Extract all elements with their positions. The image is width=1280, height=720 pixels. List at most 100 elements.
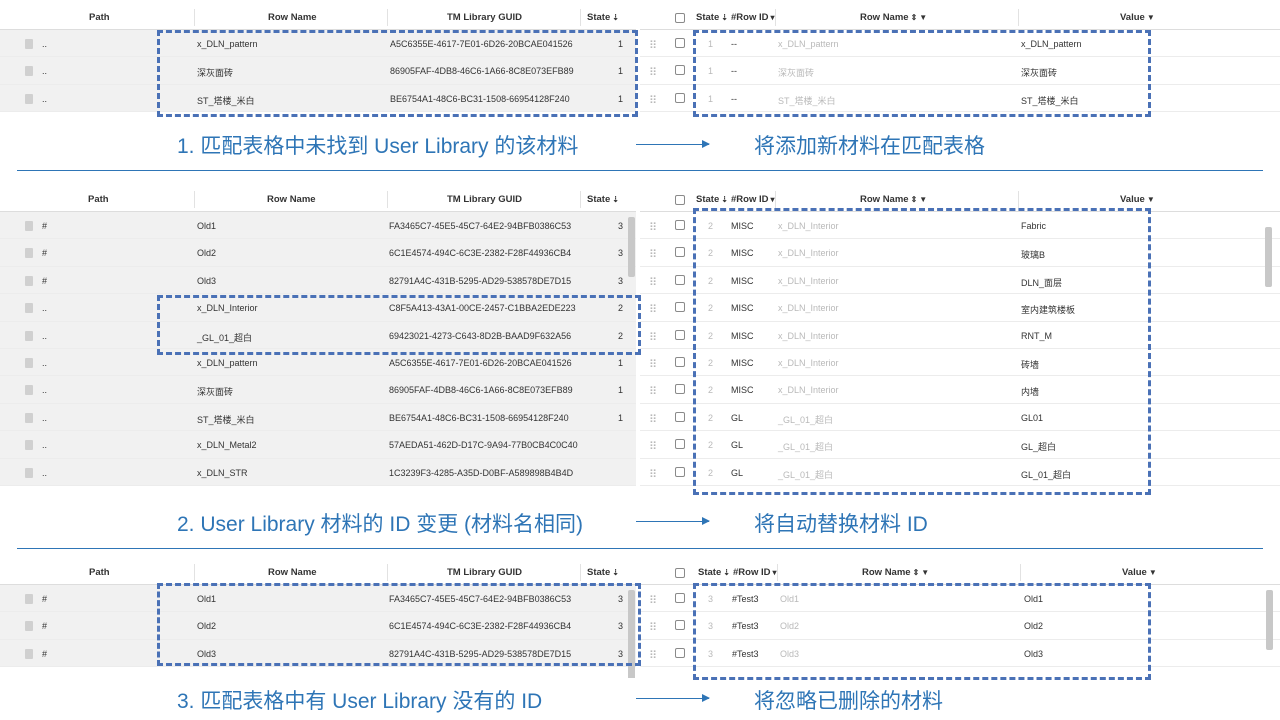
cell-value[interactable]: 玻璃B <box>1021 248 1045 261</box>
header-row-name[interactable]: Row Name ⇕ ▼ <box>862 567 929 578</box>
cell-value[interactable]: GL01 <box>1021 413 1043 423</box>
drag-grip-icon[interactable]: ⠿ <box>649 303 657 316</box>
header-row-id[interactable]: #Row ID ▾ <box>733 567 777 578</box>
drag-grip-icon[interactable]: ⠿ <box>649 276 657 289</box>
cell-value[interactable]: Old1 <box>1024 594 1043 604</box>
row-checkbox[interactable] <box>675 439 685 450</box>
row-checkbox[interactable] <box>675 620 685 631</box>
header-guid[interactable]: TM Library GUID <box>447 194 522 205</box>
scrollbar[interactable] <box>1266 590 1273 650</box>
drag-grip-icon[interactable]: ⠿ <box>649 413 657 426</box>
filter-funnel-icon[interactable]: ▼ <box>919 13 927 22</box>
table-row[interactable]: ⠿ 1 -- ST_塔楼_米白 ST_塔楼_米白 <box>640 84 1280 113</box>
header-value[interactable]: Value ▼ <box>1120 12 1155 23</box>
row-checkbox[interactable] <box>675 65 685 76</box>
cell-value[interactable]: RNT_M <box>1021 331 1052 341</box>
sort-arrows-icon[interactable]: ⇣ <box>721 13 728 22</box>
scrollbar[interactable] <box>1265 227 1272 287</box>
table-row[interactable]: .. x_DLN_Metal2 57AEDA51-462D-D17C-9A94-77… <box>0 431 636 459</box>
row-checkbox[interactable] <box>675 92 685 103</box>
table-row[interactable]: ⠿ 2 MISC x_DLN_Interior 室内建筑楼板 <box>640 294 1280 322</box>
header-path[interactable]: Path <box>89 12 110 23</box>
table-row[interactable]: ⠿ 3 #Test3 Old2 Old2 <box>640 612 1280 640</box>
select-all-checkbox[interactable] <box>675 568 685 578</box>
filter-funnel-icon[interactable]: ▾ <box>770 13 774 22</box>
table-row[interactable]: .. x_DLN_pattern A5C6355E-4617-7E01-6D26-2… <box>0 30 636 58</box>
filter-funnel-icon[interactable]: ▼ <box>919 195 927 204</box>
row-checkbox[interactable] <box>675 220 685 230</box>
header-state[interactable]: State ⇣ <box>587 194 619 205</box>
cell-value[interactable]: ST_塔楼_米白 <box>1021 94 1079 107</box>
row-checkbox[interactable] <box>675 247 685 258</box>
header-guid[interactable]: TM Library GUID <box>447 12 522 23</box>
row-checkbox[interactable] <box>675 384 685 395</box>
table-row[interactable]: .. x_DLN_Interior C8F5A413-43A1-00CE-2457-… <box>0 294 636 322</box>
scrollbar[interactable] <box>628 217 635 277</box>
select-all-checkbox[interactable] <box>675 195 685 205</box>
table-row[interactable]: .. ST_塔楼_米白 BE6754A1-48C6-BC31-1508-669541… <box>0 403 636 432</box>
filter-funnel-icon[interactable]: ▼ <box>921 568 929 577</box>
sort-arrows-icon[interactable]: ⇣ <box>612 195 619 204</box>
row-checkbox[interactable] <box>675 593 685 603</box>
filter-funnel-icon[interactable]: ▾ <box>772 568 776 577</box>
drag-grip-icon[interactable]: ⠿ <box>649 248 657 261</box>
table-row[interactable]: ⠿ 1 -- x_DLN_pattern x_DLN_pattern <box>640 30 1280 58</box>
table-row[interactable]: ⠿ 1 -- 深灰面砖 深灰面砖 <box>640 57 1280 85</box>
table-row[interactable]: ⠿ 2 MISC x_DLN_Interior DLN_面层 <box>640 266 1280 295</box>
row-checkbox[interactable] <box>675 38 685 48</box>
sort-arrows-icon[interactable]: ⇕ <box>913 568 920 577</box>
filter-funnel-icon[interactable]: ▼ <box>1149 568 1157 577</box>
cell-value[interactable]: Fabric <box>1021 221 1046 231</box>
header-row-name[interactable]: Row Name ⇕ ▼ <box>860 194 927 205</box>
row-checkbox[interactable] <box>675 329 685 340</box>
table-row[interactable]: ⠿ 2 MISC x_DLN_Interior 玻璃B <box>640 239 1280 267</box>
header-value[interactable]: Value ▼ <box>1120 194 1155 205</box>
drag-grip-icon[interactable]: ⠿ <box>649 331 657 344</box>
header-row-id[interactable]: #Row ID ▾ <box>731 194 775 205</box>
drag-grip-icon[interactable]: ⠿ <box>649 39 657 52</box>
table-row[interactable]: # Old2 6C1E4574-494C-6C3E-2382-F28F44936CB… <box>0 612 636 640</box>
sort-arrows-icon[interactable]: ⇕ <box>911 13 918 22</box>
row-checkbox[interactable] <box>675 411 685 422</box>
scrollbar[interactable] <box>628 590 635 678</box>
filter-funnel-icon[interactable]: ▾ <box>770 195 774 204</box>
cell-value[interactable]: GL_01_超白 <box>1021 468 1071 481</box>
cell-value[interactable]: Old3 <box>1024 649 1043 659</box>
table-row[interactable]: .. x_DLN_STR 1C3239F3-4285-A35D-D0BF-A5898… <box>0 458 636 486</box>
select-all-checkbox[interactable] <box>675 13 685 23</box>
row-checkbox[interactable] <box>675 302 685 313</box>
header-value[interactable]: Value ▼ <box>1122 567 1157 578</box>
header-row-name[interactable]: Row Name <box>267 194 316 205</box>
table-row[interactable]: .. ST_塔楼_米白 BE6754A1-48C6-BC31-1508-669541… <box>0 84 636 113</box>
cell-value[interactable]: Old2 <box>1024 621 1043 631</box>
table-row[interactable]: # Old1 FA3465C7-45E5-45C7-64E2-94BFB0386C5… <box>0 212 636 240</box>
cell-value[interactable]: 室内建筑楼板 <box>1021 303 1075 316</box>
table-row[interactable]: .. x_DLN_pattern A5C6355E-4617-7E01-6D26-2… <box>0 348 636 377</box>
filter-funnel-icon[interactable]: ▼ <box>1147 13 1155 22</box>
header-state[interactable]: State ⇣ <box>587 567 619 578</box>
row-checkbox[interactable] <box>675 356 685 367</box>
drag-grip-icon[interactable]: ⠿ <box>649 221 657 234</box>
sort-arrows-icon[interactable]: ⇣ <box>721 195 728 204</box>
row-checkbox[interactable] <box>675 274 685 285</box>
cell-value[interactable]: 深灰面砖 <box>1021 66 1057 79</box>
table-row[interactable]: # Old2 6C1E4574-494C-6C3E-2382-F28F44936CB… <box>0 239 636 267</box>
drag-grip-icon[interactable]: ⠿ <box>649 621 657 634</box>
table-row[interactable]: ⠿ 3 #Test3 Old1 Old1 <box>640 585 1280 613</box>
cell-value[interactable]: 砖墙 <box>1021 358 1039 371</box>
table-row[interactable]: # Old3 82791A4C-431B-5295-AD29-538578DE7D1… <box>0 639 636 668</box>
drag-grip-icon[interactable]: ⠿ <box>649 94 657 107</box>
table-row[interactable]: ⠿ 2 MISC x_DLN_Interior 内墙 <box>640 376 1280 404</box>
header-path[interactable]: Path <box>89 567 110 578</box>
header-path[interactable]: Path <box>88 194 109 205</box>
drag-grip-icon[interactable]: ⠿ <box>649 66 657 79</box>
table-row[interactable]: ⠿ 3 #Test3 Old3 Old3 <box>640 639 1280 668</box>
sort-arrows-icon[interactable]: ⇕ <box>911 195 918 204</box>
row-checkbox[interactable] <box>675 647 685 658</box>
cell-value[interactable]: GL_超白 <box>1021 440 1056 453</box>
drag-grip-icon[interactable]: ⠿ <box>649 468 657 481</box>
table-row[interactable]: ⠿ 2 MISC x_DLN_Interior 砖墙 <box>640 348 1280 377</box>
table-row[interactable]: ⠿ 2 GL _GL_01_超白 GL_01_超白 <box>640 458 1280 486</box>
cell-value[interactable]: DLN_面层 <box>1021 276 1062 289</box>
table-row[interactable]: ⠿ 2 MISC x_DLN_Interior Fabric <box>640 212 1280 240</box>
